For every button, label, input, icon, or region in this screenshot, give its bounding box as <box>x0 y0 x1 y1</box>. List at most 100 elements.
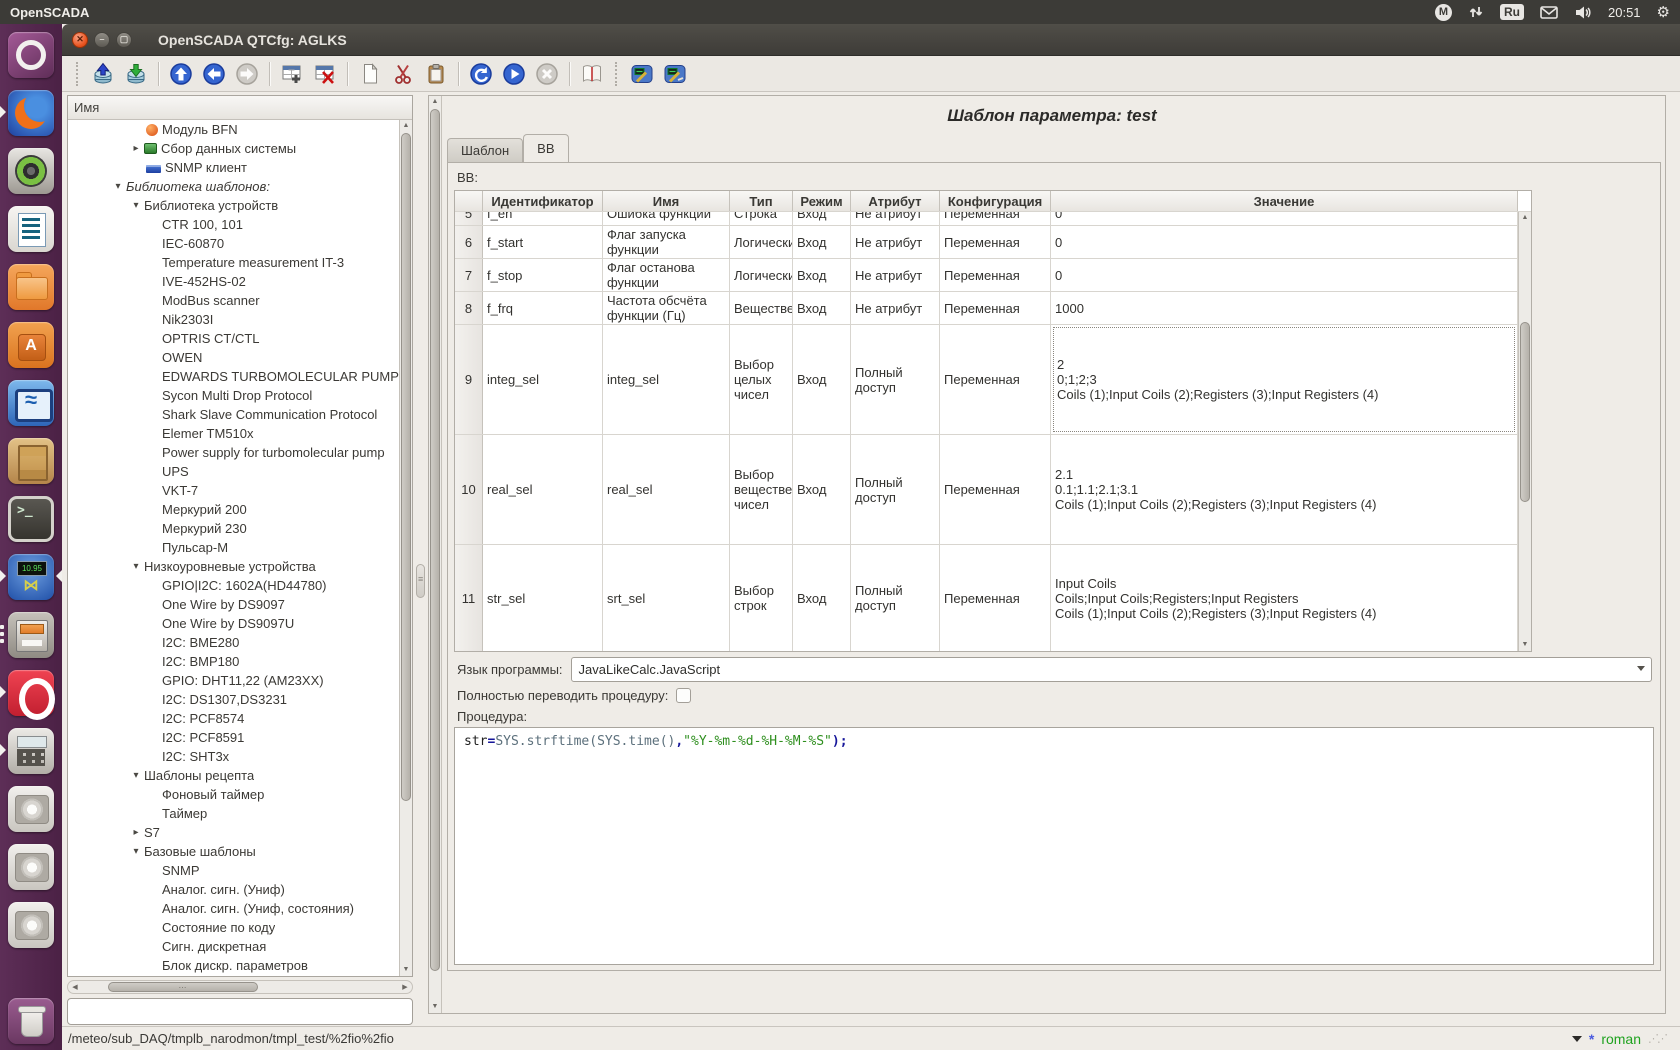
tree-item[interactable]: Elemer TM510x <box>68 424 399 443</box>
table-cell-id[interactable]: f_en <box>483 212 603 225</box>
table-cell-cfg[interactable]: Переменная <box>940 226 1051 258</box>
messages-indicator-icon[interactable]: M <box>1435 0 1452 24</box>
start-button[interactable] <box>500 60 528 88</box>
table-cell-value[interactable]: 0 <box>1051 259 1518 291</box>
workspace-vertical-scrollbar[interactable]: ▲ ▼ <box>429 96 442 1013</box>
table-cell-mode[interactable]: Вход <box>793 212 851 225</box>
mail-icon[interactable] <box>1540 0 1558 24</box>
table-cell-value[interactable]: 2 0;1;2;3 Coils (1);Input Coils (2);Regi… <box>1051 325 1518 434</box>
trash-icon[interactable] <box>8 998 54 1044</box>
table-cell-attr[interactable]: Не атрибут <box>851 212 940 225</box>
tree-item[interactable]: Shark Slave Communication Protocol <box>68 405 399 424</box>
qts-launch-button[interactable] <box>661 60 689 88</box>
tree-vertical-scrollbar[interactable]: ▲ ▼ <box>399 120 412 976</box>
table-cell-value[interactable]: 2.1 0.1;1.1;2.1;3.1 Coils (1);Input Coil… <box>1051 435 1518 544</box>
scroll-down-arrow-icon[interactable]: ▼ <box>400 964 412 976</box>
tab-io[interactable]: ВВ <box>523 134 568 162</box>
table-cell-cfg[interactable]: Переменная <box>940 259 1051 291</box>
tree-item[interactable]: One Wire by DS9097U <box>68 614 399 633</box>
row-number-cell[interactable]: 6 <box>455 226 483 258</box>
workspace-scroll-thumb[interactable] <box>430 109 440 971</box>
table-scroll-thumb[interactable] <box>1520 322 1530 502</box>
tree-item[interactable]: ModBus scanner <box>68 291 399 310</box>
table-cell-type[interactable]: Выбор строк <box>730 545 793 651</box>
network-sync-icon[interactable] <box>1468 0 1484 24</box>
reload-button[interactable] <box>467 60 495 88</box>
table-cell-mode[interactable]: Вход <box>793 259 851 291</box>
expander-open-icon[interactable]: ▾ <box>110 181 126 192</box>
table-cell-mode[interactable]: Вход <box>793 325 851 434</box>
tree-item[interactable]: VKT-7 <box>68 481 399 500</box>
harddisk-icon[interactable] <box>8 786 54 832</box>
tree-item[interactable]: I2C: DS1307,DS3231 <box>68 690 399 709</box>
procedure-code-editor[interactable]: str=SYS.strftime(SYS.time(),"%Y-%m-%d-%H… <box>454 727 1654 965</box>
status-user[interactable]: roman <box>1601 1031 1641 1047</box>
tree-header[interactable]: Имя <box>68 96 412 120</box>
tree-item[interactable]: Nik2303I <box>68 310 399 329</box>
scroll-right-arrow-icon[interactable]: ▶ <box>399 981 411 993</box>
row-number-cell[interactable]: 5 <box>455 212 483 225</box>
qts-config-button[interactable] <box>628 60 656 88</box>
expander-open-icon[interactable]: ▾ <box>128 846 144 857</box>
toolbar-handle[interactable] <box>76 62 80 86</box>
tree-item[interactable]: Меркурий 200 <box>68 500 399 519</box>
table-cell-id[interactable]: f_frq <box>483 292 603 324</box>
table-cell-id[interactable]: integ_sel <box>483 325 603 434</box>
table-cell-attr[interactable]: Полный доступ <box>851 545 940 651</box>
tree-item[interactable]: ▾Базовые шаблоны <box>68 842 399 861</box>
load-db-button[interactable] <box>89 60 117 88</box>
table-cell-type[interactable]: Вещественный <box>730 292 793 324</box>
table-cell-attr[interactable]: Не атрибут <box>851 292 940 324</box>
harddisk-icon[interactable] <box>8 844 54 890</box>
table-cell-value[interactable]: Input Coils Coils;Input Coils;Registers;… <box>1051 545 1518 651</box>
tree-item[interactable]: Таймер <box>68 804 399 823</box>
column-header[interactable]: Тип <box>730 191 793 211</box>
column-header[interactable]: Идентификатор <box>483 191 603 211</box>
tree-item[interactable]: I2C: PCF8591 <box>68 728 399 747</box>
table-cell-attr[interactable]: Не атрибут <box>851 259 940 291</box>
table-cell-name[interactable]: Частота обсчёта функции (Гц) <box>603 292 730 324</box>
tree-filter-input[interactable] <box>67 998 413 1025</box>
disk-usage-analyzer-icon[interactable] <box>8 148 54 194</box>
table-cell-id[interactable]: f_stop <box>483 259 603 291</box>
tree-hscroll-thumb[interactable]: ⋯ <box>108 982 258 992</box>
manual-button[interactable] <box>578 60 606 88</box>
tree-item[interactable]: ▾Низкоуровневые устройства <box>68 557 399 576</box>
tree-item[interactable]: SNMP клиент <box>68 158 399 177</box>
table-cell-name[interactable]: Флаг останова функции <box>603 259 730 291</box>
tree-item[interactable]: Sycon Multi Drop Protocol <box>68 386 399 405</box>
scroll-up-arrow-icon[interactable]: ▲ <box>429 96 441 108</box>
tab-template[interactable]: Шаблон <box>447 138 523 162</box>
column-header[interactable]: Конфигурация <box>940 191 1051 211</box>
archive-drawer-icon[interactable] <box>8 612 54 658</box>
tree-item[interactable]: Фоновый таймер <box>68 785 399 804</box>
table-cell-cfg[interactable]: Переменная <box>940 435 1051 544</box>
tree-horizontal-scrollbar[interactable]: ◀ ⋯ ▶ <box>67 980 413 994</box>
table-row[interactable]: 11str_selsrt_selВыбор строкВходПолный до… <box>455 545 1531 652</box>
column-header[interactable]: Атрибут <box>851 191 940 211</box>
expander-open-icon[interactable]: ▾ <box>128 200 144 211</box>
copy-button[interactable] <box>356 60 384 88</box>
expander-closed-icon[interactable]: ▸ <box>128 143 144 154</box>
status-dropdown-icon[interactable] <box>1572 1036 1582 1042</box>
scroll-down-arrow-icon[interactable]: ▼ <box>429 1001 441 1013</box>
table-cell-cfg[interactable]: Переменная <box>940 212 1051 225</box>
item-add-button[interactable] <box>278 60 306 88</box>
nav-back-button[interactable] <box>200 60 228 88</box>
table-cell-type[interactable]: Выбор вещественных чисел <box>730 435 793 544</box>
table-cell-value[interactable]: 0 <box>1051 226 1518 258</box>
table-cell-attr[interactable]: Не атрибут <box>851 226 940 258</box>
table-cell-type[interactable]: Выбор целых чисел <box>730 325 793 434</box>
ubuntu-software-icon[interactable] <box>8 322 54 368</box>
expander-closed-icon[interactable]: ▸ <box>128 827 144 838</box>
harddisk-icon[interactable] <box>8 902 54 948</box>
table-cell-attr[interactable]: Полный доступ <box>851 435 940 544</box>
table-cell-type[interactable]: Логический <box>730 226 793 258</box>
table-row[interactable]: 8f_frqЧастота обсчёта функции (Гц)Вещест… <box>455 292 1531 325</box>
row-number-cell[interactable]: 8 <box>455 292 483 324</box>
wooden-cabinet-icon[interactable] <box>8 438 54 484</box>
terminal-icon[interactable] <box>8 496 54 542</box>
toolbar-handle[interactable] <box>615 62 619 86</box>
column-header[interactable]: Значение <box>1051 191 1518 211</box>
tree-item[interactable]: ▸Сбор данных системы <box>68 139 399 158</box>
